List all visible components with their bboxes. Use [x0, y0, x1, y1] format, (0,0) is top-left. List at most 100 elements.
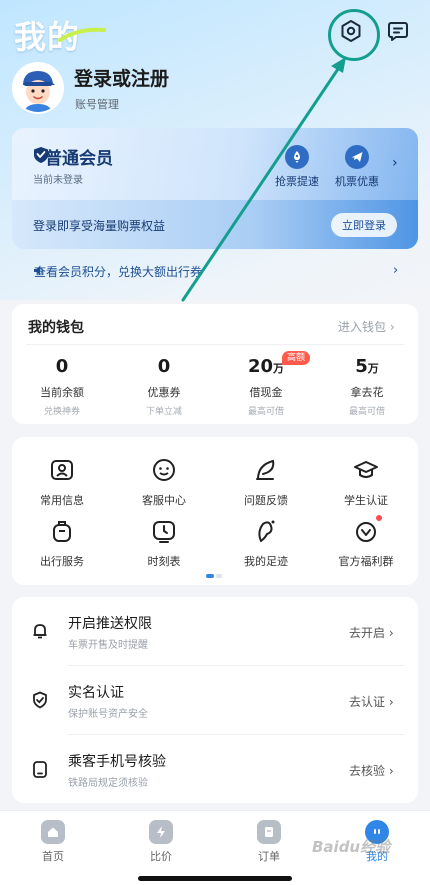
points-exchange-bar[interactable]: 查看会员积分，兑换大额出行券 — [12, 255, 418, 287]
divider — [68, 665, 404, 666]
enter-wallet-link[interactable]: 进入钱包 › — [338, 318, 395, 335]
perk-ticket-speedup[interactable]: 抢票提速 — [267, 145, 327, 189]
enter-wallet-label: 进入钱包 — [338, 320, 387, 334]
stat-label: 拿去花 — [350, 386, 384, 399]
member-chevron-right-icon[interactable]: › — [392, 155, 398, 171]
home-icon — [41, 820, 65, 844]
tab-label: 比价 — [150, 850, 172, 863]
tab-orders[interactable]: 订单 — [239, 820, 299, 864]
bell-icon — [33, 624, 47, 639]
member-promo-text: 登录即享受海量购票权益 — [33, 219, 166, 233]
service-welfare-group[interactable]: 官方福利群 — [321, 518, 411, 569]
perk-label: 抢票提速 — [275, 175, 319, 188]
action-label: 去认证 — [349, 695, 386, 709]
action-label: 去核验 — [349, 764, 386, 778]
service-label: 常用信息 — [40, 494, 84, 507]
shield-check-icon — [33, 691, 47, 709]
service-student-verification[interactable]: 学生认证 — [321, 457, 411, 508]
service-label: 问题反馈 — [244, 494, 288, 507]
stat-label: 优惠券 — [147, 386, 181, 399]
pager-dot-active — [206, 574, 214, 578]
stat-value: 0 — [157, 356, 171, 377]
stat-sublabel: 最高可借 — [348, 407, 385, 417]
avatar[interactable] — [12, 62, 64, 114]
wallet-stat-coupons[interactable]: 0 优惠券 下单立减 — [120, 356, 208, 417]
luggage-icon — [53, 521, 71, 542]
chevron-right-icon: › — [389, 320, 395, 334]
chevron-right-icon: › — [388, 695, 394, 709]
perk-label: 机票优惠 — [335, 175, 379, 188]
action-label: 去开启 — [349, 626, 386, 640]
pager-dot — [216, 574, 222, 578]
chevron-right-icon: › — [388, 626, 394, 640]
rocket-icon — [285, 145, 309, 169]
wallet-stat-credit[interactable]: 5万 拿去花 最高可借 — [323, 356, 411, 417]
phone-verify-subtitle: 铁路局规定须核验 — [68, 778, 148, 789]
stat-value: 5 — [355, 356, 368, 377]
id-card-icon — [51, 460, 73, 480]
phone-icon — [33, 761, 47, 778]
notification-dot — [376, 515, 382, 521]
home-indicator — [138, 876, 292, 881]
service-label: 学生认证 — [344, 494, 388, 507]
login-now-button[interactable]: 立即登录 — [331, 213, 397, 237]
tab-label: 订单 — [258, 850, 280, 863]
member-level-title: 普通会员 — [45, 149, 113, 169]
wallet-stat-cash-loan[interactable]: 20万 借现金 最高可借 — [222, 356, 310, 417]
member-login-status: 当前未登录 — [33, 175, 83, 186]
service-label: 出行服务 — [40, 555, 84, 568]
high-amount-badge: 高额 — [282, 351, 311, 365]
chevron-right-icon: › — [388, 764, 394, 778]
gift-group-icon — [356, 522, 376, 542]
phone-verify-action[interactable]: 去核验 › — [349, 762, 394, 779]
annotation-circle — [328, 9, 380, 61]
service-customer-center[interactable]: 客服中心 — [119, 457, 209, 508]
stat-label: 借现金 — [249, 386, 283, 399]
divider — [26, 344, 404, 345]
points-exchange-text: 查看会员积分，兑换大额出行券 — [34, 264, 203, 279]
service-label: 官方福利群 — [338, 555, 394, 568]
stat-value: 20 — [247, 356, 274, 377]
service-feedback[interactable]: 问题反馈 — [221, 457, 311, 508]
stat-sublabel: 下单立减 — [145, 407, 182, 417]
login-register-link[interactable]: 登录或注册 — [74, 64, 169, 91]
wallet-title: 我的钱包 — [28, 320, 84, 336]
stat-unit: 万 — [367, 362, 379, 375]
real-name-subtitle: 保护账号资产安全 — [68, 709, 148, 720]
service-footprints[interactable]: 我的足迹 — [221, 518, 311, 569]
points-chevron-right-icon: › — [393, 263, 399, 278]
service-label: 客服中心 — [142, 494, 186, 507]
divider — [68, 734, 404, 735]
graduation-cap-icon — [354, 461, 378, 478]
order-icon — [257, 820, 281, 844]
stat-value: 0 — [55, 356, 69, 377]
tab-home[interactable]: 首页 — [23, 820, 83, 864]
push-permission-title: 开启推送权限 — [68, 616, 152, 632]
tab-label: 首页 — [42, 850, 64, 863]
service-frequent-info[interactable]: 常用信息 — [17, 457, 107, 508]
real-name-title: 实名认证 — [68, 685, 124, 701]
title-swoosh-decoration — [58, 27, 106, 42]
perk-flight-discount[interactable]: 机票优惠 — [327, 145, 387, 189]
service-label: 我的足迹 — [244, 555, 288, 568]
plane-icon — [345, 145, 369, 169]
service-travel[interactable]: 出行服务 — [17, 518, 107, 569]
service-timetable[interactable]: 时刻表 — [119, 518, 209, 569]
phone-verify-title: 乘客手机号核验 — [68, 754, 166, 770]
stat-label: 当前余额 — [40, 386, 84, 399]
tab-compare[interactable]: 比价 — [131, 820, 191, 864]
push-permission-action[interactable]: 去开启 › — [349, 624, 394, 641]
message-icon[interactable] — [383, 16, 413, 46]
speaker-icon — [34, 266, 43, 275]
stat-sublabel: 兑换神券 — [43, 407, 80, 417]
schedule-icon — [153, 521, 175, 543]
customer-service-icon — [153, 459, 175, 481]
watermark: Baidu经验 — [312, 838, 391, 856]
stat-sublabel: 最高可借 — [247, 407, 284, 417]
wallet-stat-balance[interactable]: 0 当前余额 兑换神券 — [18, 356, 106, 417]
avatar-illustration — [14, 64, 62, 112]
real-name-action[interactable]: 去认证 › — [349, 693, 394, 710]
feedback-icon — [256, 459, 275, 480]
account-management-link[interactable]: 账号管理 — [75, 96, 119, 112]
service-label: 时刻表 — [147, 555, 181, 568]
